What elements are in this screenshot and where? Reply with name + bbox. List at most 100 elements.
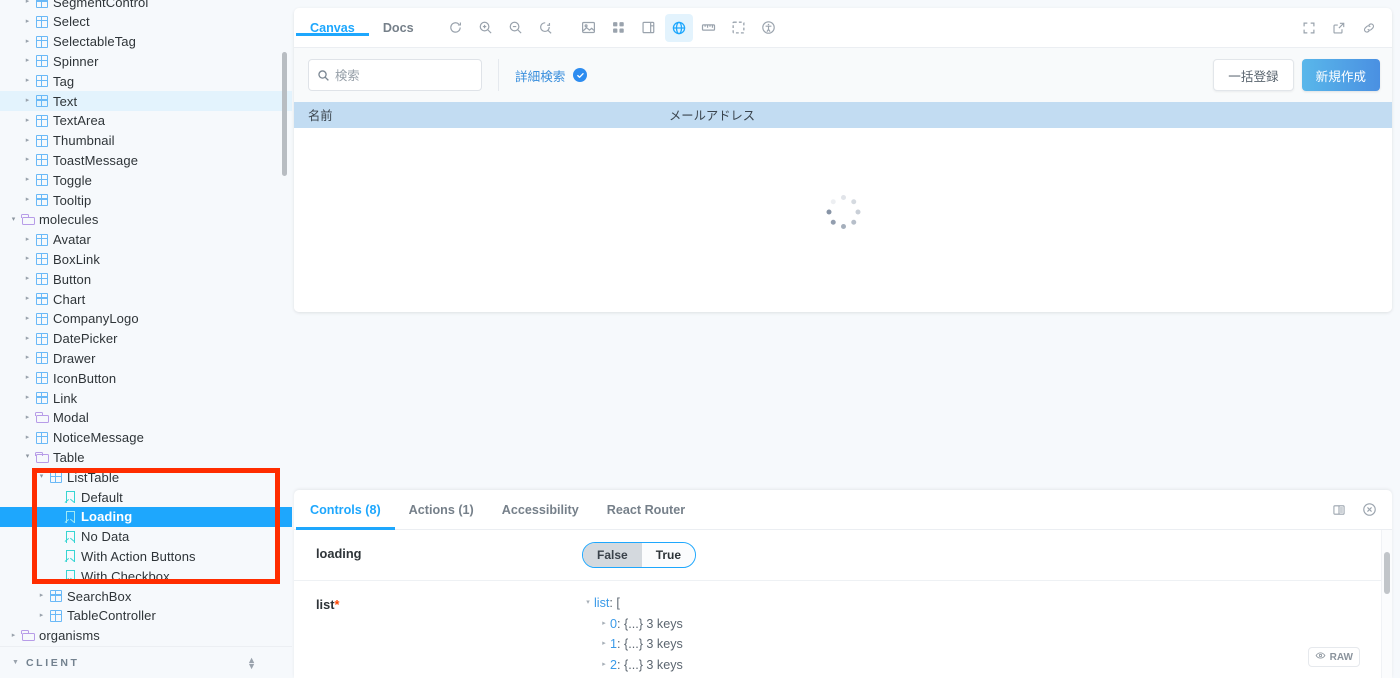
chevron-right-icon[interactable]: ▸ bbox=[598, 634, 610, 655]
raw-toggle-button[interactable]: RAW bbox=[1307, 647, 1360, 667]
chevron-right-icon[interactable]: ▸ bbox=[22, 71, 33, 91]
tree-item-noticemessage[interactable]: ▸ NoticeMessage bbox=[0, 428, 292, 448]
tree-item-tablecontroller[interactable]: ▸ TableController bbox=[0, 606, 292, 626]
tree-item-boxlink[interactable]: ▸ BoxLink bbox=[0, 249, 292, 269]
globe-icon[interactable] bbox=[664, 13, 693, 42]
expand-collapse-icon[interactable]: ▲ ▼ bbox=[247, 655, 256, 670]
chevron-right-icon[interactable]: ▸ bbox=[22, 170, 33, 190]
chevron-right-icon[interactable]: ▸ bbox=[22, 329, 33, 349]
zoom-reset-icon[interactable] bbox=[532, 14, 560, 42]
tree-item-iconbutton[interactable]: ▸ IconButton bbox=[0, 368, 292, 388]
tree-item-tooltip[interactable]: ▸ Tooltip bbox=[0, 190, 292, 210]
tree-item-avatar[interactable]: ▸ Avatar bbox=[0, 230, 292, 250]
chevron-right-icon[interactable]: ▸ bbox=[22, 131, 33, 151]
detail-search-toggle[interactable]: 詳細検索 bbox=[515, 66, 588, 85]
tree-item-organisms[interactable]: ▸ organisms bbox=[0, 626, 292, 646]
tab-docs[interactable]: Docs bbox=[369, 21, 428, 35]
tree-item-drawer[interactable]: ▸ Drawer bbox=[0, 348, 292, 368]
remount-icon[interactable] bbox=[442, 14, 470, 42]
close-panel-icon[interactable] bbox=[1356, 497, 1382, 523]
tree-item-datepicker[interactable]: ▸ DatePicker bbox=[0, 329, 292, 349]
tab-canvas[interactable]: Canvas bbox=[296, 21, 369, 36]
chevron-down-icon[interactable]: ▾ bbox=[582, 593, 594, 614]
json-tree-viewer[interactable]: ▾ list : [▸ 0 : {...} 3 keys ▸ 1 : {...} 3 k… bbox=[582, 593, 683, 675]
client-section-header[interactable]: ▼ CLIENT ▲ ▼ bbox=[0, 646, 292, 678]
measure-icon[interactable] bbox=[695, 14, 723, 42]
tree-item-selectabletag[interactable]: ▸ SelectableTag bbox=[0, 32, 292, 52]
chevron-right-icon[interactable]: ▸ bbox=[22, 51, 33, 71]
json-tree-row[interactable]: ▾ list : [ bbox=[582, 593, 683, 614]
chevron-down-icon[interactable]: ▾ bbox=[22, 447, 33, 467]
tab-controls[interactable]: Controls (8) bbox=[296, 490, 395, 530]
chevron-right-icon[interactable]: ▸ bbox=[22, 32, 33, 52]
chevron-right-icon[interactable]: ▸ bbox=[22, 111, 33, 131]
chevron-right-icon[interactable]: ▸ bbox=[22, 309, 33, 329]
panel-position-icon[interactable] bbox=[1326, 497, 1352, 523]
viewport-icon[interactable] bbox=[635, 14, 663, 42]
tree-item-toggle[interactable]: ▸ Toggle bbox=[0, 170, 292, 190]
tree-item-searchbox[interactable]: ▸ SearchBox bbox=[0, 586, 292, 606]
new-create-button[interactable]: 新規作成 bbox=[1301, 59, 1380, 91]
toggle-option-true[interactable]: True bbox=[641, 543, 696, 567]
toggle-option-false[interactable]: False bbox=[583, 543, 642, 567]
tree-item-thumbnail[interactable]: ▸ Thumbnail bbox=[0, 131, 292, 151]
tree-item-listtable[interactable]: ▾ ListTable bbox=[0, 467, 292, 487]
tree-item-with-action-buttons[interactable]: With Action Buttons bbox=[0, 546, 292, 566]
chevron-down-icon[interactable]: ▾ bbox=[36, 467, 47, 487]
json-tree-row[interactable]: ▸ 1 : {...} 3 keys bbox=[582, 634, 683, 655]
tab-react-router[interactable]: React Router bbox=[593, 490, 699, 529]
chevron-right-icon[interactable]: ▸ bbox=[22, 12, 33, 32]
chevron-right-icon[interactable]: ▸ bbox=[22, 249, 33, 269]
accessibility-icon[interactable] bbox=[755, 14, 783, 42]
chevron-right-icon[interactable]: ▸ bbox=[598, 614, 610, 635]
tree-item-spinner[interactable]: ▸ Spinner bbox=[0, 51, 292, 71]
tree-item-with-checkbox[interactable]: With Checkbox bbox=[0, 566, 292, 586]
chevron-right-icon[interactable]: ▸ bbox=[22, 388, 33, 408]
chevron-right-icon[interactable]: ▸ bbox=[22, 428, 33, 448]
tree-item-text[interactable]: ▸ Text bbox=[0, 91, 292, 111]
open-in-new-tab-icon[interactable] bbox=[1325, 14, 1353, 42]
chevron-down-icon[interactable]: ▾ bbox=[8, 210, 19, 230]
tree-item-table[interactable]: ▾ Table bbox=[0, 447, 292, 467]
tree-item-select[interactable]: ▸ Select bbox=[0, 12, 292, 32]
chevron-right-icon[interactable]: ▸ bbox=[22, 0, 33, 12]
sidebar-scrollbar[interactable] bbox=[282, 52, 287, 176]
tree-item-loading[interactable]: Loading bbox=[0, 506, 292, 527]
backgrounds-icon[interactable] bbox=[575, 14, 603, 42]
chevron-right-icon[interactable]: ▸ bbox=[22, 289, 33, 309]
chevron-right-icon[interactable]: ▸ bbox=[598, 655, 610, 676]
tree-item-default[interactable]: Default bbox=[0, 487, 292, 507]
grid-icon[interactable] bbox=[605, 14, 633, 42]
tree-item-toastmessage[interactable]: ▸ ToastMessage bbox=[0, 150, 292, 170]
chevron-right-icon[interactable]: ▸ bbox=[22, 230, 33, 250]
tree-item-segmentcontrol[interactable]: ▸ SegmentControl bbox=[0, 0, 292, 12]
tree-item-modal[interactable]: ▸ Modal bbox=[0, 408, 292, 428]
chevron-right-icon[interactable]: ▸ bbox=[36, 606, 47, 626]
chevron-right-icon[interactable]: ▸ bbox=[8, 626, 19, 646]
chevron-right-icon[interactable]: ▸ bbox=[22, 190, 33, 210]
tree-item-tag[interactable]: ▸ Tag bbox=[0, 71, 292, 91]
chevron-right-icon[interactable]: ▸ bbox=[22, 150, 33, 170]
zoom-in-icon[interactable] bbox=[472, 14, 500, 42]
panel-scrollbar-thumb[interactable] bbox=[1383, 552, 1390, 594]
chevron-right-icon[interactable]: ▸ bbox=[22, 348, 33, 368]
chevron-right-icon[interactable]: ▸ bbox=[22, 408, 33, 428]
outline-icon[interactable] bbox=[725, 14, 753, 42]
tree-item-chart[interactable]: ▸ Chart bbox=[0, 289, 292, 309]
tree-item-companylogo[interactable]: ▸ CompanyLogo bbox=[0, 309, 292, 329]
chevron-right-icon[interactable]: ▸ bbox=[22, 91, 33, 111]
boolean-toggle[interactable]: False True bbox=[582, 542, 697, 568]
tree-item-button[interactable]: ▸ Button bbox=[0, 269, 292, 289]
chevron-right-icon[interactable]: ▸ bbox=[36, 586, 47, 606]
zoom-out-icon[interactable] bbox=[502, 14, 530, 42]
json-tree-row[interactable]: ▸ 0 : {...} 3 keys bbox=[582, 614, 683, 635]
tree-item-link[interactable]: ▸ Link bbox=[0, 388, 292, 408]
json-tree-row[interactable]: ▸ 2 : {...} 3 keys bbox=[582, 655, 683, 676]
bulk-register-button[interactable]: 一括登録 bbox=[1213, 59, 1294, 91]
copy-link-icon[interactable] bbox=[1355, 14, 1383, 42]
tree-item-textarea[interactable]: ▸ TextArea bbox=[0, 111, 292, 131]
fullscreen-icon[interactable] bbox=[1295, 14, 1323, 42]
tab-actions[interactable]: Actions (1) bbox=[395, 490, 488, 529]
chevron-right-icon[interactable]: ▸ bbox=[22, 269, 33, 289]
tree-item-no-data[interactable]: No Data bbox=[0, 527, 292, 547]
